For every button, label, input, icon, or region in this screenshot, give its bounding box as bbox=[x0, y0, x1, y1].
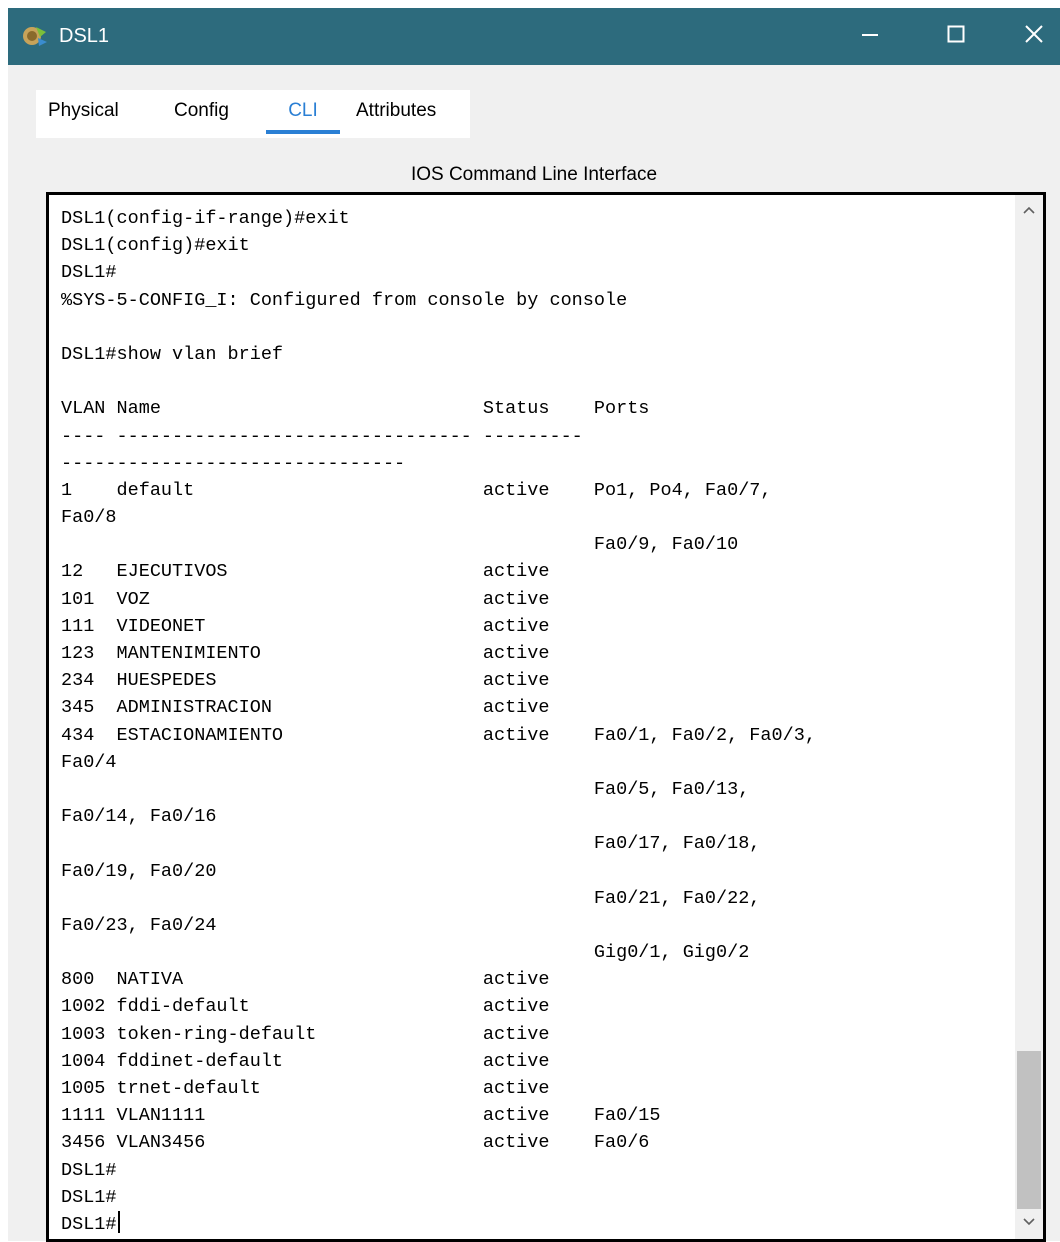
terminal-line: 1003 token-ring-default active bbox=[61, 1023, 550, 1045]
chevron-up-icon bbox=[1022, 202, 1036, 220]
tab-attributes[interactable]: Attributes bbox=[356, 90, 436, 138]
terminal-line: 434 ESTACIONAMIENTO active Fa0/1, Fa0/2,… bbox=[61, 724, 816, 746]
terminal-line: 1002 fddi-default active bbox=[61, 996, 550, 1018]
terminal-prompt: DSL1# bbox=[61, 1213, 117, 1235]
vertical-scrollbar[interactable] bbox=[1015, 195, 1043, 1239]
tab-bar: Physical Config CLI Attributes bbox=[36, 90, 470, 138]
terminal-line: 345 ADMINISTRACION active bbox=[61, 697, 550, 719]
tab-cli[interactable]: CLI bbox=[266, 90, 340, 138]
tab-attributes-label: Attributes bbox=[356, 100, 437, 121]
terminal-line: DSL1# bbox=[61, 262, 117, 284]
terminal-line: Fa0/19, Fa0/20 bbox=[61, 860, 217, 882]
terminal-line: DSL1#show vlan brief bbox=[61, 343, 284, 365]
chevron-down-icon bbox=[1022, 1214, 1036, 1232]
maximize-button[interactable] bbox=[928, 8, 984, 65]
terminal-line: Fa0/17, Fa0/18, bbox=[61, 833, 761, 855]
terminal-line: DSL1(config-if-range)#exit bbox=[61, 208, 350, 229]
terminal-line: 1 default active Po1, Po4, Fa0/7, bbox=[61, 479, 772, 501]
terminal-line: ---- -------------------------------- --… bbox=[61, 425, 583, 447]
text-cursor bbox=[117, 1210, 120, 1233]
terminal-line: DSL1(config)#exit bbox=[61, 235, 250, 257]
terminal-line: VLAN Name Status Ports bbox=[61, 398, 650, 420]
close-icon bbox=[1023, 23, 1045, 50]
terminal-line: 234 HUESPEDES active bbox=[61, 670, 550, 692]
terminal-line: Gig0/1, Gig0/2 bbox=[61, 942, 750, 964]
terminal-line: DSL1# bbox=[61, 1159, 117, 1181]
scroll-up-button[interactable] bbox=[1015, 197, 1043, 225]
terminal-line: Fa0/14, Fa0/16 bbox=[61, 806, 217, 828]
tab-physical-label: Physical bbox=[48, 100, 119, 121]
terminal-line: 123 MANTENIMIENTO active bbox=[61, 643, 550, 664]
terminal-line: 1004 fddinet-default active bbox=[61, 1050, 550, 1072]
terminal-line: 12 EJECUTIVOS active bbox=[61, 561, 550, 583]
terminal-line: %SYS-5-CONFIG_I: Configured from console… bbox=[61, 289, 628, 311]
terminal-line: 800 NATIVA active bbox=[61, 969, 550, 991]
terminal-line: Fa0/9, Fa0/10 bbox=[61, 534, 739, 556]
terminal-line: 101 VOZ active bbox=[61, 588, 550, 610]
tab-cli-label: CLI bbox=[288, 100, 318, 121]
terminal-line: Fa0/23, Fa0/24 bbox=[61, 914, 217, 936]
terminal-output[interactable]: DSL1(config-if-range)#exit DSL1(config)#e… bbox=[61, 205, 1006, 1238]
terminal-line: Fa0/21, Fa0/22, bbox=[61, 887, 761, 909]
minimize-icon bbox=[860, 24, 880, 49]
scroll-down-button[interactable] bbox=[1015, 1209, 1043, 1237]
terminal-line: 3456 VLAN3456 active Fa0/6 bbox=[61, 1132, 650, 1154]
scrollbar-thumb[interactable] bbox=[1017, 1051, 1041, 1209]
title-bar[interactable]: DSL1 bbox=[8, 8, 1060, 65]
maximize-icon bbox=[946, 24, 966, 49]
terminal-prompt-line[interactable]: DSL1# bbox=[61, 1210, 1006, 1238]
terminal-line: 1005 trnet-default active bbox=[61, 1078, 550, 1099]
terminal-line: 1111 VLAN1111 active Fa0/15 bbox=[61, 1105, 661, 1127]
device-window: DSL1 Physical Config CLI Attributes IOS … bbox=[8, 8, 1060, 1242]
window-title: DSL1 bbox=[59, 25, 110, 47]
terminal-line: Fa0/8 bbox=[61, 507, 117, 529]
close-button[interactable] bbox=[1008, 8, 1060, 65]
tab-physical[interactable]: Physical bbox=[48, 90, 119, 138]
packet-tracer-device-icon bbox=[22, 23, 48, 49]
section-title: IOS Command Line Interface bbox=[410, 164, 658, 185]
terminal-line: ------------------------------- bbox=[61, 452, 406, 474]
terminal-line: Fa0/5, Fa0/13, bbox=[61, 778, 750, 800]
terminal-line: DSL1# bbox=[61, 1186, 117, 1208]
tab-config-label: Config bbox=[174, 100, 229, 121]
minimize-button[interactable] bbox=[842, 8, 898, 65]
tab-config[interactable]: Config bbox=[174, 90, 229, 138]
terminal-line: Fa0/4 bbox=[61, 751, 117, 773]
cli-terminal[interactable]: DSL1(config-if-range)#exit DSL1(config)#e… bbox=[46, 192, 1046, 1242]
terminal-line: 111 VIDEONET active bbox=[61, 615, 550, 637]
active-tab-indicator bbox=[266, 130, 340, 134]
